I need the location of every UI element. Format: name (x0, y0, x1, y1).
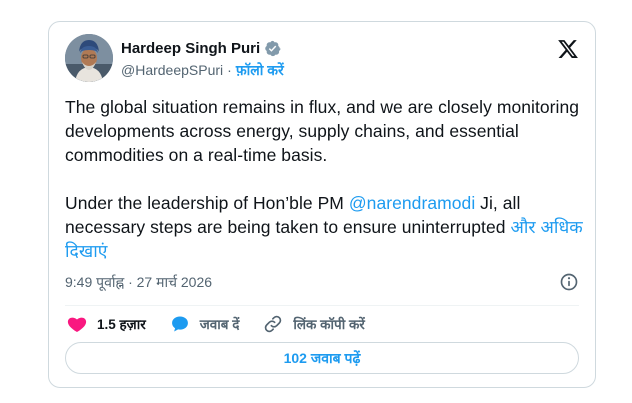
author-display-name[interactable]: Hardeep Singh Puri (121, 40, 260, 57)
handle-separator: · (227, 62, 232, 78)
tweet-actions: 1.5 हज़ार जवाब दें लिंक कॉपी करें (67, 312, 389, 336)
author-handle[interactable]: @HardeepSPuri (121, 62, 223, 78)
tweet-timestamp[interactable]: 9:49 पूर्वाह्न · 27 मार्च 2026 (65, 273, 212, 292)
avatar[interactable] (65, 34, 113, 82)
info-icon[interactable] (559, 272, 579, 292)
divider (65, 305, 579, 306)
reply-label: जवाब दें (199, 317, 240, 332)
tweet-card[interactable]: Hardeep Singh Puri @HardeepSPuri · फ़ॉलो… (48, 21, 596, 388)
link-icon (265, 315, 282, 333)
read-replies-button[interactable]: 102 जवाब पढ़ें (65, 342, 579, 374)
tweet-meta: 9:49 पूर्वाह्न · 27 मार्च 2026 (65, 270, 579, 294)
follow-button[interactable]: फ़ॉलो करें (236, 61, 284, 80)
tweet-paragraph-1: The global situation remains in flux, an… (65, 97, 580, 165)
tweet-text: The global situation remains in flux, an… (65, 95, 585, 263)
read-replies-label: 102 जवाब पढ़ें (283, 349, 361, 366)
tweet-text-segment: Under the leadership of Hon’ble PM (65, 193, 349, 213)
like-button[interactable]: 1.5 हज़ार (67, 314, 146, 334)
x-logo-icon[interactable] (557, 38, 579, 60)
mention-link[interactable]: @narendramodi (349, 193, 475, 213)
verified-badge-icon (265, 40, 281, 56)
copy-link-label: लिंक कॉपी करें (293, 317, 365, 332)
reply-button[interactable]: जवाब दें (170, 314, 240, 334)
heart-icon (67, 317, 87, 332)
tweet-paragraph-2: Under the leadership of Hon’ble PM @nare… (65, 191, 585, 263)
avatar-image (65, 34, 113, 82)
tweet-header: Hardeep Singh Puri @HardeepSPuri · फ़ॉलो… (65, 34, 579, 86)
like-count: 1.5 हज़ार (97, 317, 146, 332)
author-info: Hardeep Singh Puri @HardeepSPuri · फ़ॉलो… (121, 38, 284, 80)
copy-link-button[interactable]: लिंक कॉपी करें (263, 314, 365, 334)
speech-bubble-icon (171, 316, 188, 332)
